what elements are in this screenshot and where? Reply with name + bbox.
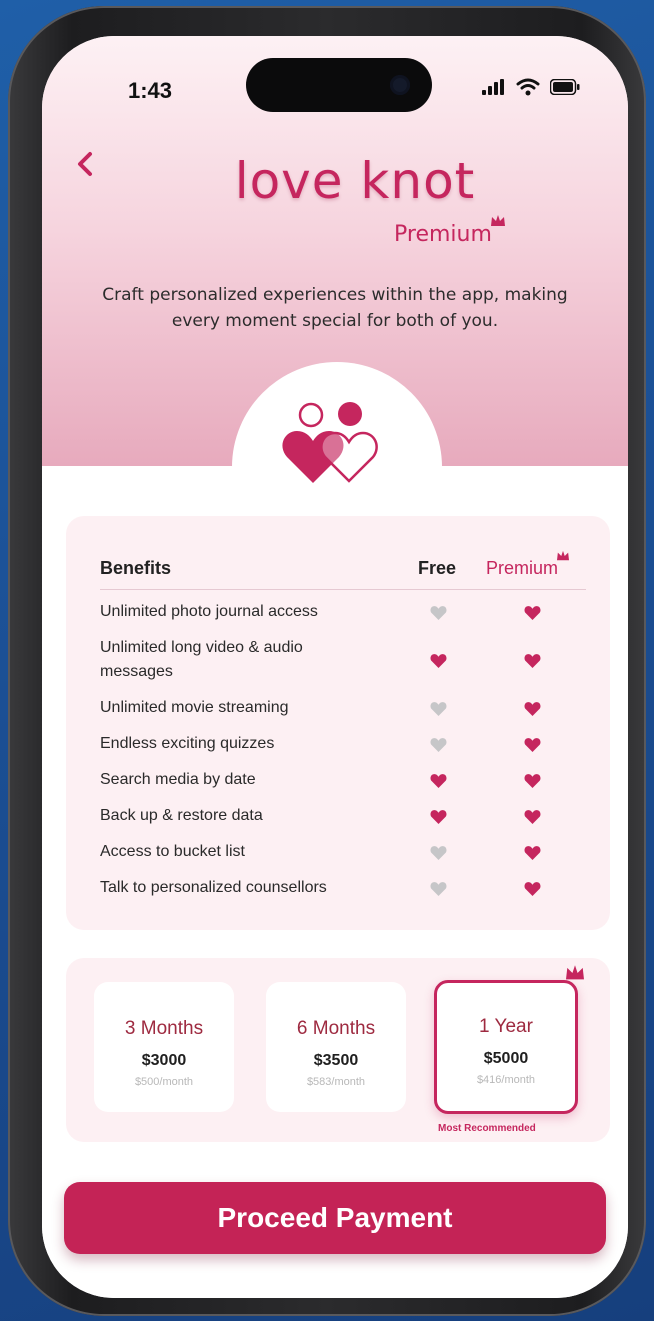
benefit-label: Back up & restore data — [100, 807, 263, 824]
wifi-icon — [516, 78, 540, 96]
plan-name: 6 Months — [296, 1018, 376, 1039]
status-icons — [482, 76, 580, 98]
heart-icon — [430, 702, 447, 716]
crown-icon — [566, 965, 584, 980]
benefit-row: Search media by date — [100, 768, 586, 792]
heart-icon — [524, 882, 541, 896]
benefit-label: Unlimited long video & audio messages — [100, 639, 303, 680]
benefits-table-header: Benefits Free Premium — [100, 550, 586, 590]
heart-icon — [430, 774, 447, 788]
heart-icon — [524, 810, 541, 824]
plan-price: $3500 — [313, 1052, 359, 1069]
plan-price: $3000 — [141, 1052, 187, 1069]
header-benefits: Benefits — [100, 558, 172, 578]
plan-monthly-price: $500/month — [134, 1076, 194, 1088]
plan-monthly-price: $416/month — [476, 1074, 536, 1086]
benefit-row: Talk to personalized counsellors — [100, 876, 586, 900]
benefit-row: Unlimited movie streaming — [100, 696, 586, 720]
premium-badge: Premium — [394, 215, 505, 247]
benefit-row: Unlimited long video & audio messages — [100, 636, 586, 684]
plan-name: 3 Months — [124, 1018, 204, 1039]
app-title: love knot — [234, 152, 476, 210]
heart-icon — [524, 606, 541, 620]
benefit-label: Talk to personalized counsellors — [100, 879, 327, 896]
heart-icon — [524, 846, 541, 860]
couple-hearts-icon — [282, 402, 378, 483]
heart-icon — [430, 606, 447, 620]
phone-frame: 1:43 love knot Premium Craft personalize… — [8, 6, 646, 1316]
plan-option-3-months[interactable]: 3 Months $3000 $500/month — [94, 982, 234, 1112]
heart-icon — [430, 882, 447, 896]
heart-icon — [524, 774, 541, 788]
plan-price: $5000 — [483, 1050, 529, 1067]
header-premium: Premium — [486, 550, 570, 579]
header-premium-label: Premium — [486, 558, 559, 578]
plan-selector: 3 Months $3000 $500/month 6 Months $3500… — [66, 958, 610, 1142]
plan-monthly-price: $583/month — [306, 1076, 366, 1088]
crown-icon — [490, 215, 505, 226]
dynamic-island — [246, 58, 432, 112]
benefits-table: Benefits Free Premium Unlimited photo jo… — [66, 516, 610, 930]
status-time: 1:43 — [128, 78, 173, 103]
status-bar: 1:43 — [42, 36, 628, 126]
benefit-label: Unlimited movie streaming — [100, 699, 289, 716]
heart-icon — [524, 654, 541, 668]
proceed-payment-button[interactable]: Proceed Payment — [64, 1182, 606, 1254]
heart-icon — [524, 702, 541, 716]
premium-badge-label: Premium — [394, 222, 492, 247]
heart-icon — [430, 654, 447, 668]
heart-icon — [430, 846, 447, 860]
benefit-label: Access to bucket list — [100, 843, 245, 860]
benefit-label: Endless exciting quizzes — [100, 735, 275, 752]
benefit-row: Endless exciting quizzes — [100, 732, 586, 756]
benefit-label: Unlimited photo journal access — [100, 603, 318, 620]
signal-icon — [482, 79, 504, 95]
benefit-row: Back up & restore data — [100, 804, 586, 828]
battery-icon — [550, 79, 580, 95]
benefit-row: Access to bucket list — [100, 840, 586, 864]
benefit-row: Unlimited photo journal access — [100, 600, 586, 624]
crown-icon — [557, 550, 570, 561]
tagline: Craft personalized experiences within th… — [102, 285, 568, 331]
header-free: Free — [418, 558, 457, 578]
plan-option-6-months[interactable]: 6 Months $3500 $583/month — [266, 982, 406, 1112]
heart-icon — [430, 738, 447, 752]
plan-name: 1 Year — [479, 1016, 533, 1037]
app-screen: 1:43 love knot Premium Craft personalize… — [42, 36, 628, 1298]
camera-lens — [390, 75, 410, 95]
most-recommended-label: Most Recommended — [438, 1123, 536, 1134]
heart-icon — [430, 810, 447, 824]
benefit-label: Search media by date — [100, 771, 256, 788]
plan-option-1-year[interactable]: 1 Year $5000 $416/month — [434, 980, 578, 1114]
heart-icon — [524, 738, 541, 752]
